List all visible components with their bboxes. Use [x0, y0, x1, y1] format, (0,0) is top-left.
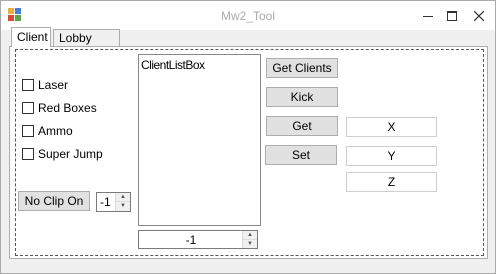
spinner-value[interactable]: -1 [139, 233, 243, 247]
spinner-up-arrow-icon[interactable]: ▲ [116, 193, 130, 202]
maximize-button[interactable] [437, 1, 467, 30]
client-list-box[interactable]: ClientListBox [138, 54, 261, 226]
checkbox-label: Laser [38, 78, 69, 92]
title-bar[interactable]: Mw2_Tool [1, 1, 495, 30]
close-button[interactable] [464, 1, 494, 30]
super-jump-checkbox[interactable]: Super Jump [22, 146, 103, 162]
tab-client[interactable]: Client [11, 27, 51, 47]
checkbox-label: Super Jump [38, 147, 103, 161]
z-textbox[interactable]: Z [346, 172, 437, 192]
spinner-arrows: ▲ ▼ [242, 231, 257, 248]
y-textbox[interactable]: Y [346, 146, 437, 166]
close-icon [474, 10, 484, 21]
get-clients-button[interactable]: Get Clients [266, 58, 338, 78]
no-clip-spinner[interactable]: -1 ▲ ▼ [96, 192, 131, 212]
spinner-value[interactable]: -1 [100, 195, 111, 209]
get-button[interactable]: Get [266, 116, 338, 136]
checkbox-box[interactable] [22, 79, 34, 91]
checkbox-label: Ammo [38, 124, 73, 138]
client-list-label: ClientListBox [141, 58, 205, 72]
maximize-icon [447, 10, 457, 21]
red-boxes-checkbox[interactable]: Red Boxes [22, 100, 97, 116]
spinner-down-arrow-icon[interactable]: ▼ [116, 202, 130, 211]
app-window: Mw2_Tool Client Lobby Mods Laser Red Box… [0, 0, 496, 274]
tab-lobby-mods[interactable]: Lobby Mods [53, 29, 120, 61]
checkbox-box[interactable] [22, 102, 34, 114]
checkbox-box[interactable] [22, 148, 34, 160]
checkbox-label: Red Boxes [38, 101, 97, 115]
checkbox-box[interactable] [22, 125, 34, 137]
ammo-checkbox[interactable]: Ammo [22, 123, 73, 139]
no-clip-button[interactable]: No Clip On [18, 191, 90, 211]
spinner-down-arrow-icon[interactable]: ▼ [243, 239, 257, 248]
set-button[interactable]: Set [265, 145, 337, 165]
x-textbox[interactable]: X [346, 117, 437, 137]
laser-checkbox[interactable]: Laser [22, 77, 68, 93]
kick-button[interactable]: Kick [266, 87, 338, 107]
spinner-up-arrow-icon[interactable]: ▲ [243, 231, 257, 240]
client-spinner[interactable]: -1 ▲ ▼ [138, 230, 258, 249]
minimize-icon [423, 16, 433, 17]
spinner-arrows: ▲ ▼ [115, 193, 130, 211]
